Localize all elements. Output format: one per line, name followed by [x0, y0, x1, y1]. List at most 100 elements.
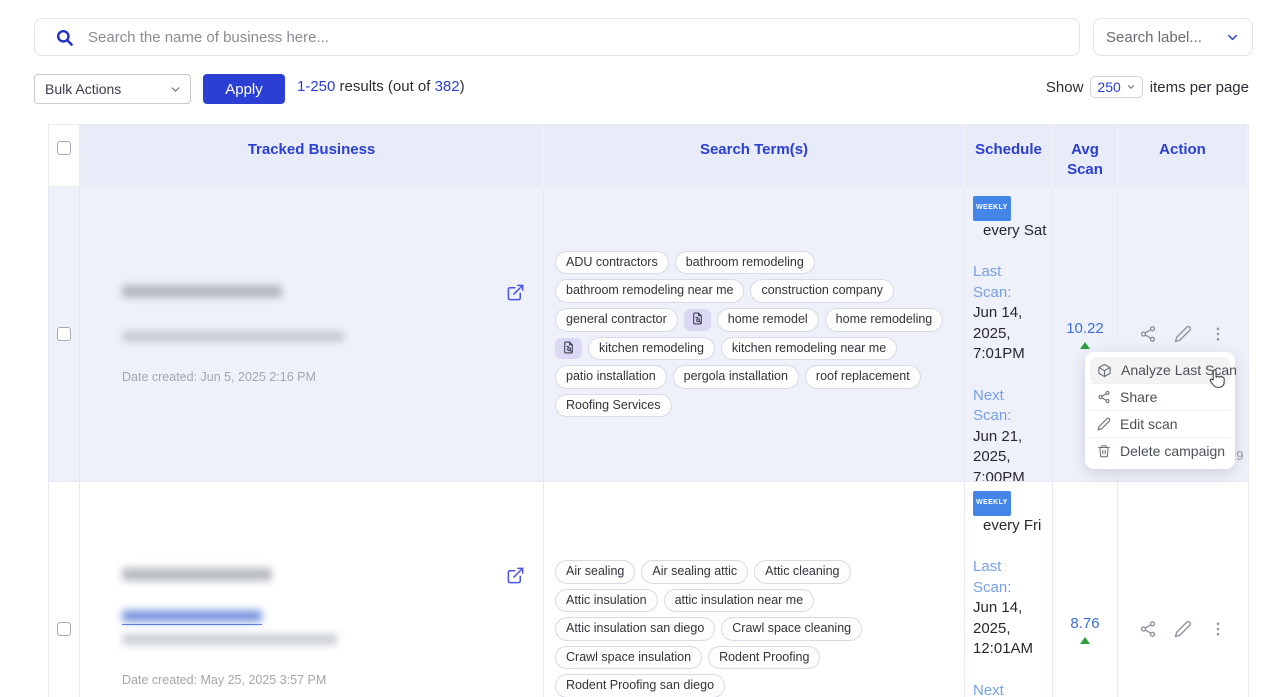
search-term-chip: home remodeling: [825, 308, 944, 332]
search-term-chip: Crawl space cleaning: [721, 617, 862, 641]
pagination-size: Show 250 items per page: [1046, 76, 1249, 98]
table-row: Date created: May 25, 2025 3:57 PM Air s…: [49, 481, 1248, 697]
search-term-chip: roof replacement: [805, 365, 921, 389]
results-total-link[interactable]: 382: [435, 78, 460, 95]
business-name-redacted: [122, 568, 272, 581]
per-page-dropdown[interactable]: 250: [1090, 76, 1142, 98]
header-schedule[interactable]: Schedule: [965, 124, 1053, 186]
trend-up-icon: [1080, 342, 1090, 349]
search-term-chips: Air sealingAir sealing atticAttic cleani…: [544, 560, 964, 697]
show-label: Show: [1046, 79, 1084, 96]
edit-pencil-icon[interactable]: [1174, 620, 1192, 638]
trash-icon: [1097, 444, 1111, 458]
last-scan-value: Jun 14, 2025, 12:01AM: [973, 598, 1045, 660]
search-term-chip: kitchen remodeling near me: [721, 337, 897, 361]
search-term-chip: Attic cleaning: [754, 560, 850, 584]
search-term-chip: construction company: [750, 279, 894, 303]
last-scan-value: Jun 14, 2025, 7:01PM: [973, 303, 1045, 365]
trend-up-icon: [1080, 637, 1090, 644]
search-term-chip: Air sealing: [555, 560, 635, 584]
search-term-chip: Roofing Services: [555, 394, 672, 418]
search-label-value: Search label...: [1106, 29, 1202, 46]
date-created: Date created: Jun 5, 2025 2:16 PM: [122, 370, 316, 384]
next-scan-label: Next Scan:: [973, 386, 1025, 427]
business-search-box: [34, 18, 1080, 56]
schedule-badge: WEEKLY: [973, 196, 1011, 221]
search-term-chips: ADU contractorsbathroom remodelingbathro…: [544, 251, 964, 418]
header-action: Action: [1118, 124, 1248, 186]
kebab-menu-icon[interactable]: [1209, 325, 1227, 343]
business-link-redacted[interactable]: [122, 610, 262, 625]
menu-item-label: Delete campaign: [1120, 443, 1225, 459]
business-address-redacted: [122, 331, 344, 342]
search-icon: [55, 28, 74, 47]
menu-item-edit-scan[interactable]: Edit scan: [1090, 410, 1230, 437]
search-term-chip: attic insulation near me: [664, 589, 815, 613]
file-search-icon[interactable]: [555, 338, 582, 360]
campaigns-table: Tracked Business Search Term(s) Schedule…: [48, 124, 1249, 697]
search-input[interactable]: [88, 29, 1079, 46]
next-scan-value: Jun 21, 2025, 7:00PM: [973, 427, 1045, 489]
menu-item-label: Edit scan: [1120, 416, 1178, 432]
menu-item-delete-campaign[interactable]: Delete campaign: [1090, 437, 1230, 464]
header-search-terms[interactable]: Search Term(s): [544, 124, 965, 186]
edit-pencil-icon[interactable]: [1174, 325, 1192, 343]
avg-scan-value[interactable]: 10.22: [1066, 320, 1104, 337]
row-checkbox[interactable]: [57, 622, 71, 636]
search-label-dropdown[interactable]: Search label...: [1093, 18, 1253, 56]
avg-scan-value[interactable]: 8.76: [1070, 615, 1099, 632]
header-checkbox-cell: [49, 124, 80, 186]
file-search-icon[interactable]: [684, 309, 711, 331]
select-all-checkbox[interactable]: [57, 141, 71, 155]
search-term-chip: Attic insulation: [555, 589, 658, 613]
pencil-icon: [1097, 417, 1111, 431]
results-text: results (out of: [335, 78, 434, 95]
business-address-redacted: [122, 634, 337, 645]
open-external-icon[interactable]: [506, 566, 525, 590]
search-term-chip: home remodel: [717, 308, 819, 332]
business-name-redacted: [122, 285, 282, 298]
schedule-badge: WEEKLY: [973, 491, 1011, 516]
search-term-chip: Air sealing attic: [641, 560, 748, 584]
bulk-actions-value: Bulk Actions: [45, 81, 121, 97]
share-icon[interactable]: [1139, 325, 1157, 343]
business-cell: Date created: May 25, 2025 3:57 PM: [80, 481, 544, 697]
results-range-link[interactable]: 1-250: [297, 78, 335, 95]
schedule-cell: WEEKLY every Fri Last Scan: Jun 14, 2025…: [965, 481, 1053, 697]
open-external-icon[interactable]: [506, 283, 525, 307]
next-scan-label: Next Scan:: [973, 681, 1025, 697]
search-term-chip: general contractor: [555, 308, 678, 332]
search-term-chip: Attic insulation san diego: [555, 617, 715, 641]
apply-button[interactable]: Apply: [203, 74, 285, 104]
search-term-chip: bathroom remodeling: [675, 251, 815, 275]
share-icon[interactable]: [1139, 620, 1157, 638]
search-terms-cell: Air sealingAir sealing atticAttic cleani…: [544, 481, 965, 697]
page: Search label... Bulk Actions Apply 1-250…: [0, 0, 1280, 697]
search-term-chip: patio installation: [555, 365, 667, 389]
last-scan-label: Last Scan:: [973, 262, 1025, 303]
items-per-page-label: items per page: [1150, 79, 1249, 96]
date-created: Date created: May 25, 2025 3:57 PM: [122, 673, 326, 687]
schedule-cell: WEEKLY every Sat Last Scan: Jun 14, 2025…: [965, 186, 1053, 481]
table-header-row: Tracked Business Search Term(s) Schedule…: [49, 124, 1248, 186]
schedule-frequency: every Sat: [983, 221, 1048, 242]
header-avg-scan[interactable]: Avg Scan: [1053, 124, 1118, 186]
bulk-actions-dropdown[interactable]: Bulk Actions: [34, 74, 191, 104]
schedule-frequency: every Fri: [983, 516, 1048, 537]
cube-icon: [1097, 363, 1112, 378]
search-term-chip: kitchen remodeling: [588, 337, 715, 361]
results-summary: 1-250 results (out of 382): [297, 78, 465, 95]
kebab-menu-icon[interactable]: [1209, 620, 1227, 638]
per-page-value: 250: [1097, 79, 1120, 95]
row-checkbox[interactable]: [57, 327, 71, 341]
avg-scan-cell: 8.76: [1053, 481, 1118, 697]
share-icon: [1097, 390, 1111, 404]
search-terms-cell: ADU contractorsbathroom remodelingbathro…: [544, 186, 965, 481]
action-cell: [1118, 481, 1248, 697]
header-tracked-business[interactable]: Tracked Business: [80, 124, 544, 186]
results-text-end: ): [460, 78, 465, 95]
row-checkbox-cell: [49, 186, 80, 481]
chevron-down-icon: [1225, 30, 1240, 45]
search-term-chip: ADU contractors: [555, 251, 669, 275]
last-scan-label: Last Scan:: [973, 557, 1025, 598]
